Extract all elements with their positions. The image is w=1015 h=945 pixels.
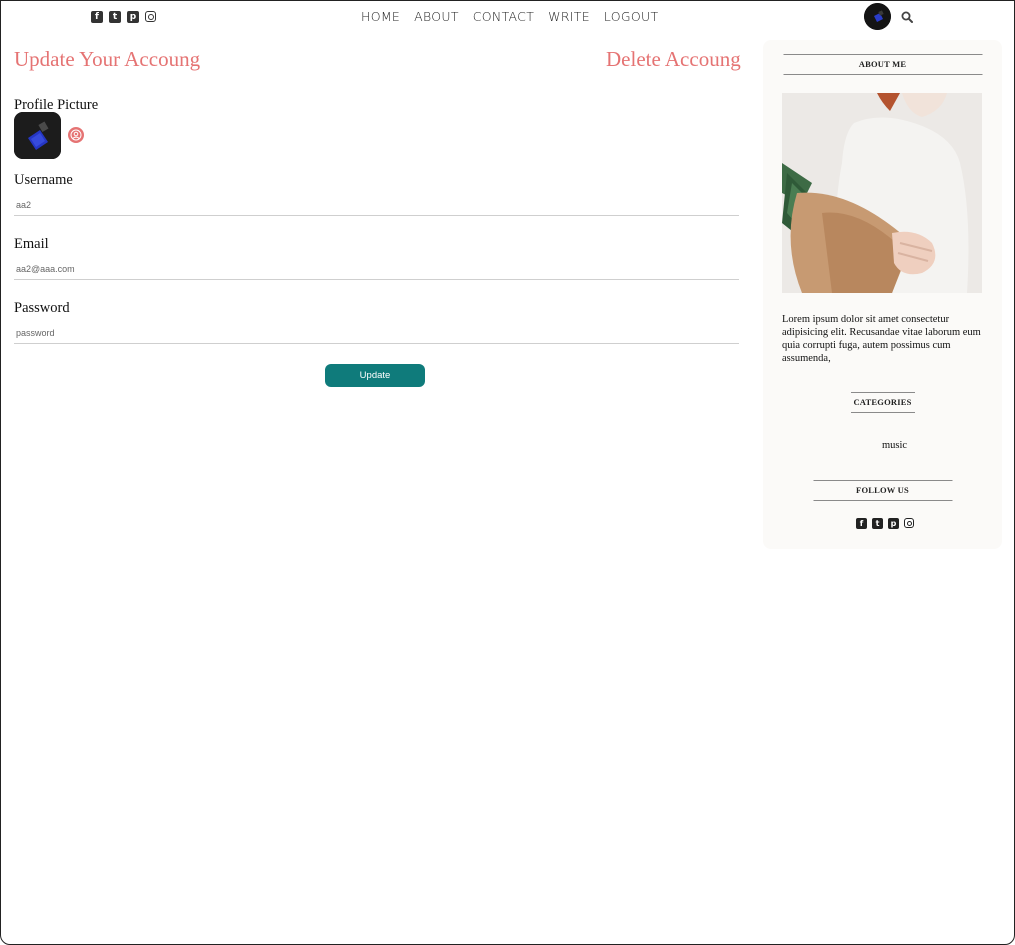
user-avatar[interactable] (864, 3, 891, 30)
email-input[interactable] (14, 259, 739, 280)
top-bar: f t p HOME ABOUT CONTACT WRITE LOGOUT (0, 0, 1015, 34)
pinterest-square-icon[interactable]: p (888, 518, 899, 529)
search-icon[interactable] (901, 11, 913, 23)
top-social-icons: f t p (91, 11, 156, 23)
nav-home[interactable]: HOME (361, 9, 400, 24)
pinterest-square-icon[interactable]: p (127, 11, 139, 23)
nav-write[interactable]: WRITE (548, 9, 590, 24)
facebook-square-icon[interactable]: f (856, 518, 867, 529)
nav-logout[interactable]: LOGOUT (604, 9, 658, 24)
category-item[interactable]: music (882, 440, 907, 451)
sidebar-social-icons: f t p (856, 518, 914, 529)
nav-contact[interactable]: CONTACT (473, 9, 534, 24)
update-account-title: Update Your Accoung (14, 47, 201, 71)
password-label: Password (14, 300, 70, 316)
update-button[interactable]: Update (325, 364, 425, 387)
about-me-title: ABOUT ME (783, 54, 982, 75)
main-nav: HOME ABOUT CONTACT WRITE LOGOUT (361, 9, 658, 24)
user-circle-icon[interactable] (68, 127, 84, 143)
password-input[interactable] (14, 323, 739, 344)
profile-picture (14, 112, 61, 159)
delete-account-link[interactable]: Delete Accoung (606, 47, 741, 72)
twitter-square-icon[interactable]: t (109, 11, 121, 23)
categories-title: CATEGORIES (850, 392, 915, 413)
follow-us-title: FOLLOW US (813, 480, 952, 501)
nav-about[interactable]: ABOUT (414, 9, 459, 24)
instagram-icon[interactable] (145, 11, 156, 22)
sidebar: ABOUT ME Lorem ipsum dolor sit amet cons… (763, 40, 1002, 549)
about-me-text: Lorem ipsum dolor sit amet consectetur a… (782, 314, 981, 364)
instagram-icon[interactable] (904, 518, 914, 528)
username-input[interactable] (14, 195, 739, 216)
twitter-square-icon[interactable]: t (872, 518, 883, 529)
facebook-square-icon[interactable]: f (91, 11, 103, 23)
about-me-image (782, 93, 982, 293)
username-label: Username (14, 172, 73, 188)
email-label: Email (14, 236, 49, 252)
